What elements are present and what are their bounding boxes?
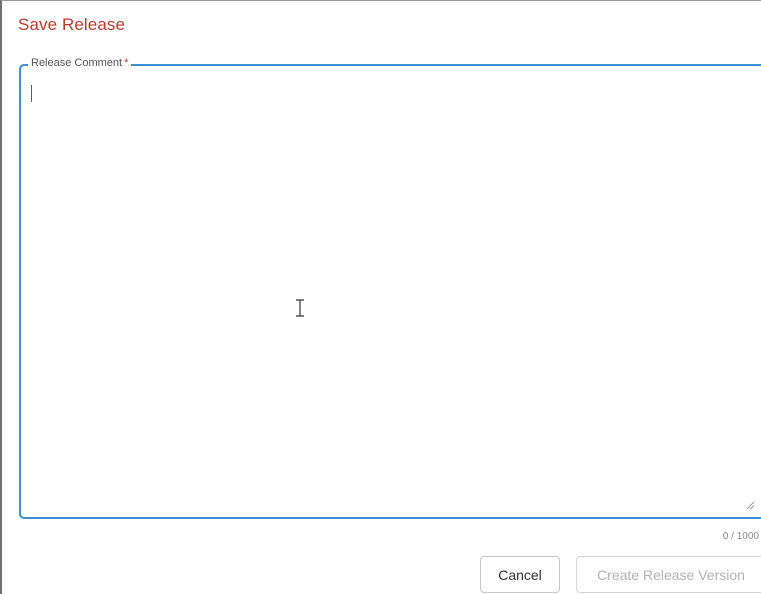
label-text: Release Comment	[31, 57, 123, 69]
dialog-title: Save Release	[18, 15, 126, 34]
text-caret	[31, 85, 32, 102]
resize-handle-icon[interactable]	[746, 501, 755, 510]
cancel-button[interactable]: Cancel	[480, 556, 560, 593]
character-counter: 0 / 1000	[722, 531, 759, 542]
text-cursor-icon	[296, 299, 304, 317]
release-comment-label: Release Comment *	[28, 56, 132, 70]
required-asterisk: *	[124, 57, 129, 69]
create-release-version-button[interactable]: Create Release Version	[576, 556, 761, 593]
release-comment-input[interactable]	[23, 81, 743, 511]
save-release-dialog: Save Release Release Comment * 0 / 1000 C…	[0, 0, 761, 594]
